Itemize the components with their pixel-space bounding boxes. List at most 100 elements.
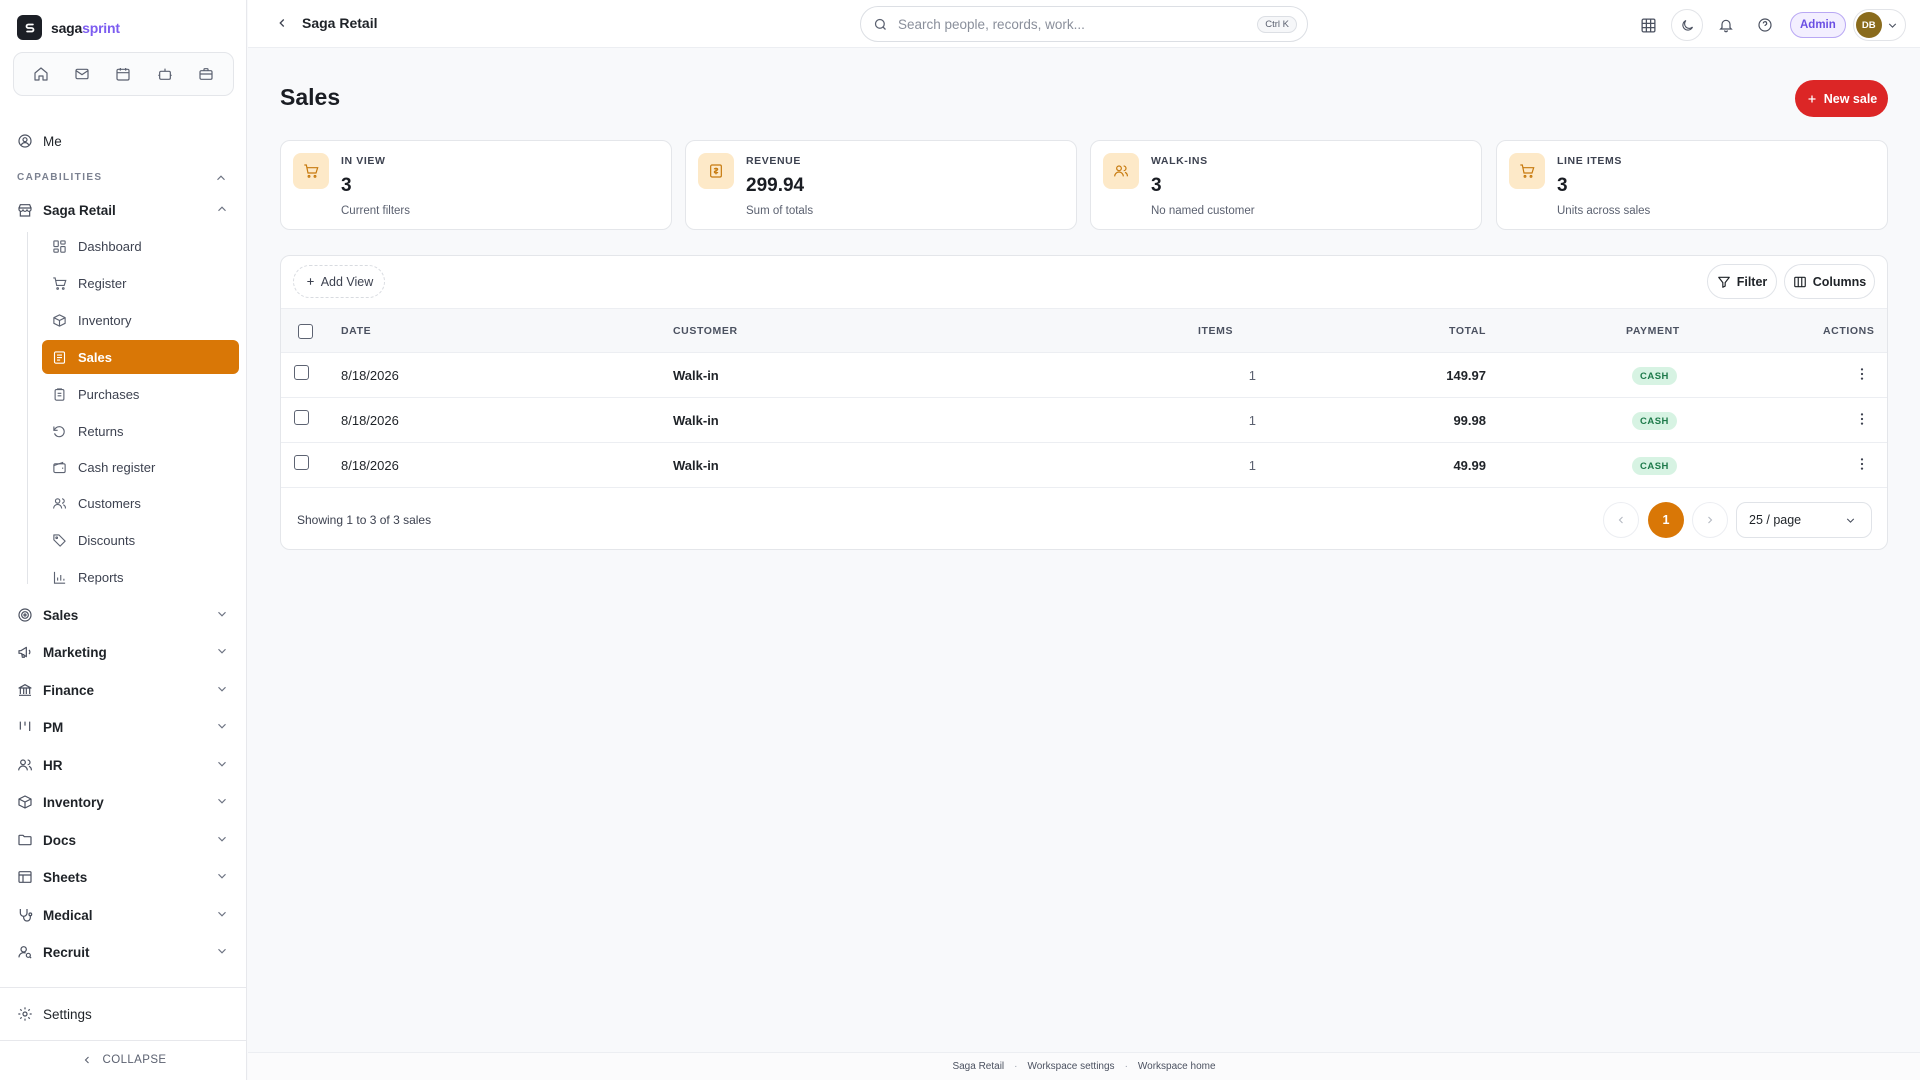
more-vertical-icon[interactable] bbox=[1854, 366, 1870, 382]
mail-icon[interactable] bbox=[67, 59, 97, 89]
nav-settings-label: Settings bbox=[43, 1006, 92, 1022]
chevron-down-icon bbox=[215, 719, 229, 733]
sidebar-item-sales[interactable]: Sales bbox=[42, 340, 239, 374]
table-row[interactable]: 8/18/2026 Walk-in 1 99.98 CASH bbox=[281, 398, 1887, 443]
sidebar-item-register[interactable]: Register bbox=[42, 267, 239, 299]
bot-icon[interactable] bbox=[150, 59, 180, 89]
nav-module-inventory[interactable]: Inventory bbox=[17, 789, 229, 815]
sidebar-item-label: Dashboard bbox=[78, 238, 142, 254]
prev-page-button[interactable] bbox=[1603, 502, 1639, 538]
column-header-customer[interactable]: CUSTOMER bbox=[673, 325, 738, 337]
chevron-left-icon bbox=[81, 1054, 93, 1066]
sidebar-item-returns[interactable]: Returns bbox=[42, 415, 239, 447]
admin-badge[interactable]: Admin bbox=[1790, 12, 1846, 38]
sidebar-item-cash-register[interactable]: Cash register bbox=[42, 451, 239, 483]
nav-module-recruit[interactable]: Recruit bbox=[17, 939, 229, 965]
footer-separator: · bbox=[1014, 1061, 1018, 1072]
table-row[interactable]: 8/18/2026 Walk-in 1 149.97 CASH bbox=[281, 353, 1887, 398]
nav-module-label: PM bbox=[43, 719, 64, 735]
grid-icon bbox=[52, 238, 68, 254]
add-view-label: Add View bbox=[320, 274, 374, 289]
more-vertical-icon[interactable] bbox=[1854, 456, 1870, 472]
nav-module-label: Marketing bbox=[43, 644, 107, 660]
cell-date: 8/18/2026 bbox=[341, 458, 399, 473]
box-icon bbox=[17, 794, 33, 810]
box-icon bbox=[52, 312, 68, 328]
nav-module-sales[interactable]: Sales bbox=[17, 602, 229, 628]
sidebar-item-label: Register bbox=[78, 275, 127, 291]
nav-module-sheets[interactable]: Sheets bbox=[17, 864, 229, 890]
nav-module-docs[interactable]: Docs bbox=[17, 827, 229, 853]
filter-label: Filter bbox=[1736, 274, 1768, 289]
receipt-icon bbox=[698, 153, 734, 189]
calendar-icon[interactable] bbox=[108, 59, 138, 89]
nav-me[interactable]: Me bbox=[17, 128, 229, 154]
stat-label: LINE ITEMS bbox=[1557, 155, 1622, 167]
sidebar-item-customers[interactable]: Customers bbox=[42, 487, 239, 519]
footer-link-saga-retail[interactable]: Saga Retail bbox=[952, 1061, 1004, 1072]
breadcrumb[interactable]: Saga Retail bbox=[302, 15, 377, 31]
sidebar-item-purchases[interactable]: Purchases bbox=[42, 378, 239, 410]
nav-group-saga-retail[interactable]: Saga Retail bbox=[17, 197, 229, 223]
plus-icon bbox=[305, 276, 316, 287]
cart-icon bbox=[1509, 153, 1545, 189]
help-icon[interactable] bbox=[1749, 9, 1781, 41]
brand[interactable]: sagasprint bbox=[17, 15, 120, 40]
brand-logo-icon bbox=[17, 15, 42, 40]
nav-module-medical[interactable]: Medical bbox=[17, 902, 229, 928]
footer-link-workspace-home[interactable]: Workspace home bbox=[1138, 1061, 1216, 1072]
sidebar-item-reports[interactable]: Reports bbox=[42, 561, 239, 593]
nav-settings[interactable]: Settings bbox=[17, 1001, 229, 1027]
stat-sub: Sum of totals bbox=[746, 205, 814, 217]
page-1-button[interactable]: 1 bbox=[1648, 502, 1684, 538]
column-header-date[interactable]: DATE bbox=[341, 325, 371, 337]
stat-sub: Units across sales bbox=[1557, 205, 1651, 217]
filter-button[interactable]: Filter bbox=[1707, 264, 1777, 299]
chevron-up-icon[interactable] bbox=[214, 171, 228, 185]
table-row[interactable]: 8/18/2026 Walk-in 1 49.99 CASH bbox=[281, 443, 1887, 488]
back-chevron-icon[interactable] bbox=[275, 16, 289, 30]
tree-line bbox=[27, 232, 28, 584]
nav-module-pm[interactable]: PM bbox=[17, 714, 229, 740]
bell-icon[interactable] bbox=[1710, 9, 1742, 41]
moon-icon[interactable] bbox=[1671, 9, 1703, 41]
collapse-button[interactable]: COLLAPSE bbox=[0, 1048, 247, 1072]
home-icon[interactable] bbox=[26, 59, 56, 89]
sidebar: sagasprint Me CAPABILITIES Saga Retail D… bbox=[0, 0, 247, 1080]
chevron-down-icon bbox=[1886, 19, 1899, 32]
footer-link-workspace-settings[interactable]: Workspace settings bbox=[1027, 1061, 1114, 1072]
nav-module-finance[interactable]: Finance bbox=[17, 677, 229, 703]
stat-card-line-items: LINE ITEMS 3 Units across sales bbox=[1496, 140, 1888, 230]
sidebar-item-discounts[interactable]: Discounts bbox=[42, 524, 239, 556]
row-checkbox[interactable] bbox=[294, 365, 309, 380]
search-input[interactable] bbox=[898, 16, 1248, 32]
more-vertical-icon[interactable] bbox=[1854, 411, 1870, 427]
nav-module-label: Sheets bbox=[43, 869, 88, 885]
users-icon bbox=[1103, 153, 1139, 189]
briefcase-icon[interactable] bbox=[191, 59, 221, 89]
user-menu[interactable]: DB bbox=[1852, 9, 1906, 41]
per-page-select[interactable]: 25 / page bbox=[1736, 502, 1872, 538]
column-header-items[interactable]: ITEMS bbox=[1198, 325, 1233, 337]
sidebar-item-dashboard[interactable]: Dashboard bbox=[42, 230, 239, 262]
stat-card-walk-ins: WALK-INS 3 No named customer bbox=[1090, 140, 1482, 230]
topbar: Saga Retail Ctrl K Admin DB bbox=[248, 0, 1920, 48]
nav-module-hr[interactable]: HR bbox=[17, 752, 229, 778]
cell-customer: Walk-in bbox=[673, 368, 719, 383]
row-checkbox[interactable] bbox=[294, 410, 309, 425]
row-checkbox[interactable] bbox=[294, 455, 309, 470]
next-page-button[interactable] bbox=[1692, 502, 1728, 538]
column-header-total[interactable]: TOTAL bbox=[1449, 325, 1486, 337]
search-bar[interactable]: Ctrl K bbox=[860, 6, 1308, 42]
select-all-checkbox[interactable] bbox=[298, 324, 313, 339]
new-sale-button[interactable]: New sale bbox=[1795, 80, 1888, 117]
columns-button[interactable]: Columns bbox=[1784, 264, 1875, 299]
sidebar-item-inventory[interactable]: Inventory bbox=[42, 304, 239, 336]
nav-module-marketing[interactable]: Marketing bbox=[17, 639, 229, 665]
chevron-down-icon bbox=[215, 607, 229, 621]
cart-icon bbox=[293, 153, 329, 189]
add-view-button[interactable]: Add View bbox=[293, 265, 385, 298]
column-header-payment[interactable]: PAYMENT bbox=[1626, 325, 1680, 337]
nav-module-label: Finance bbox=[43, 682, 95, 698]
apps-grid-icon[interactable] bbox=[1632, 9, 1664, 41]
